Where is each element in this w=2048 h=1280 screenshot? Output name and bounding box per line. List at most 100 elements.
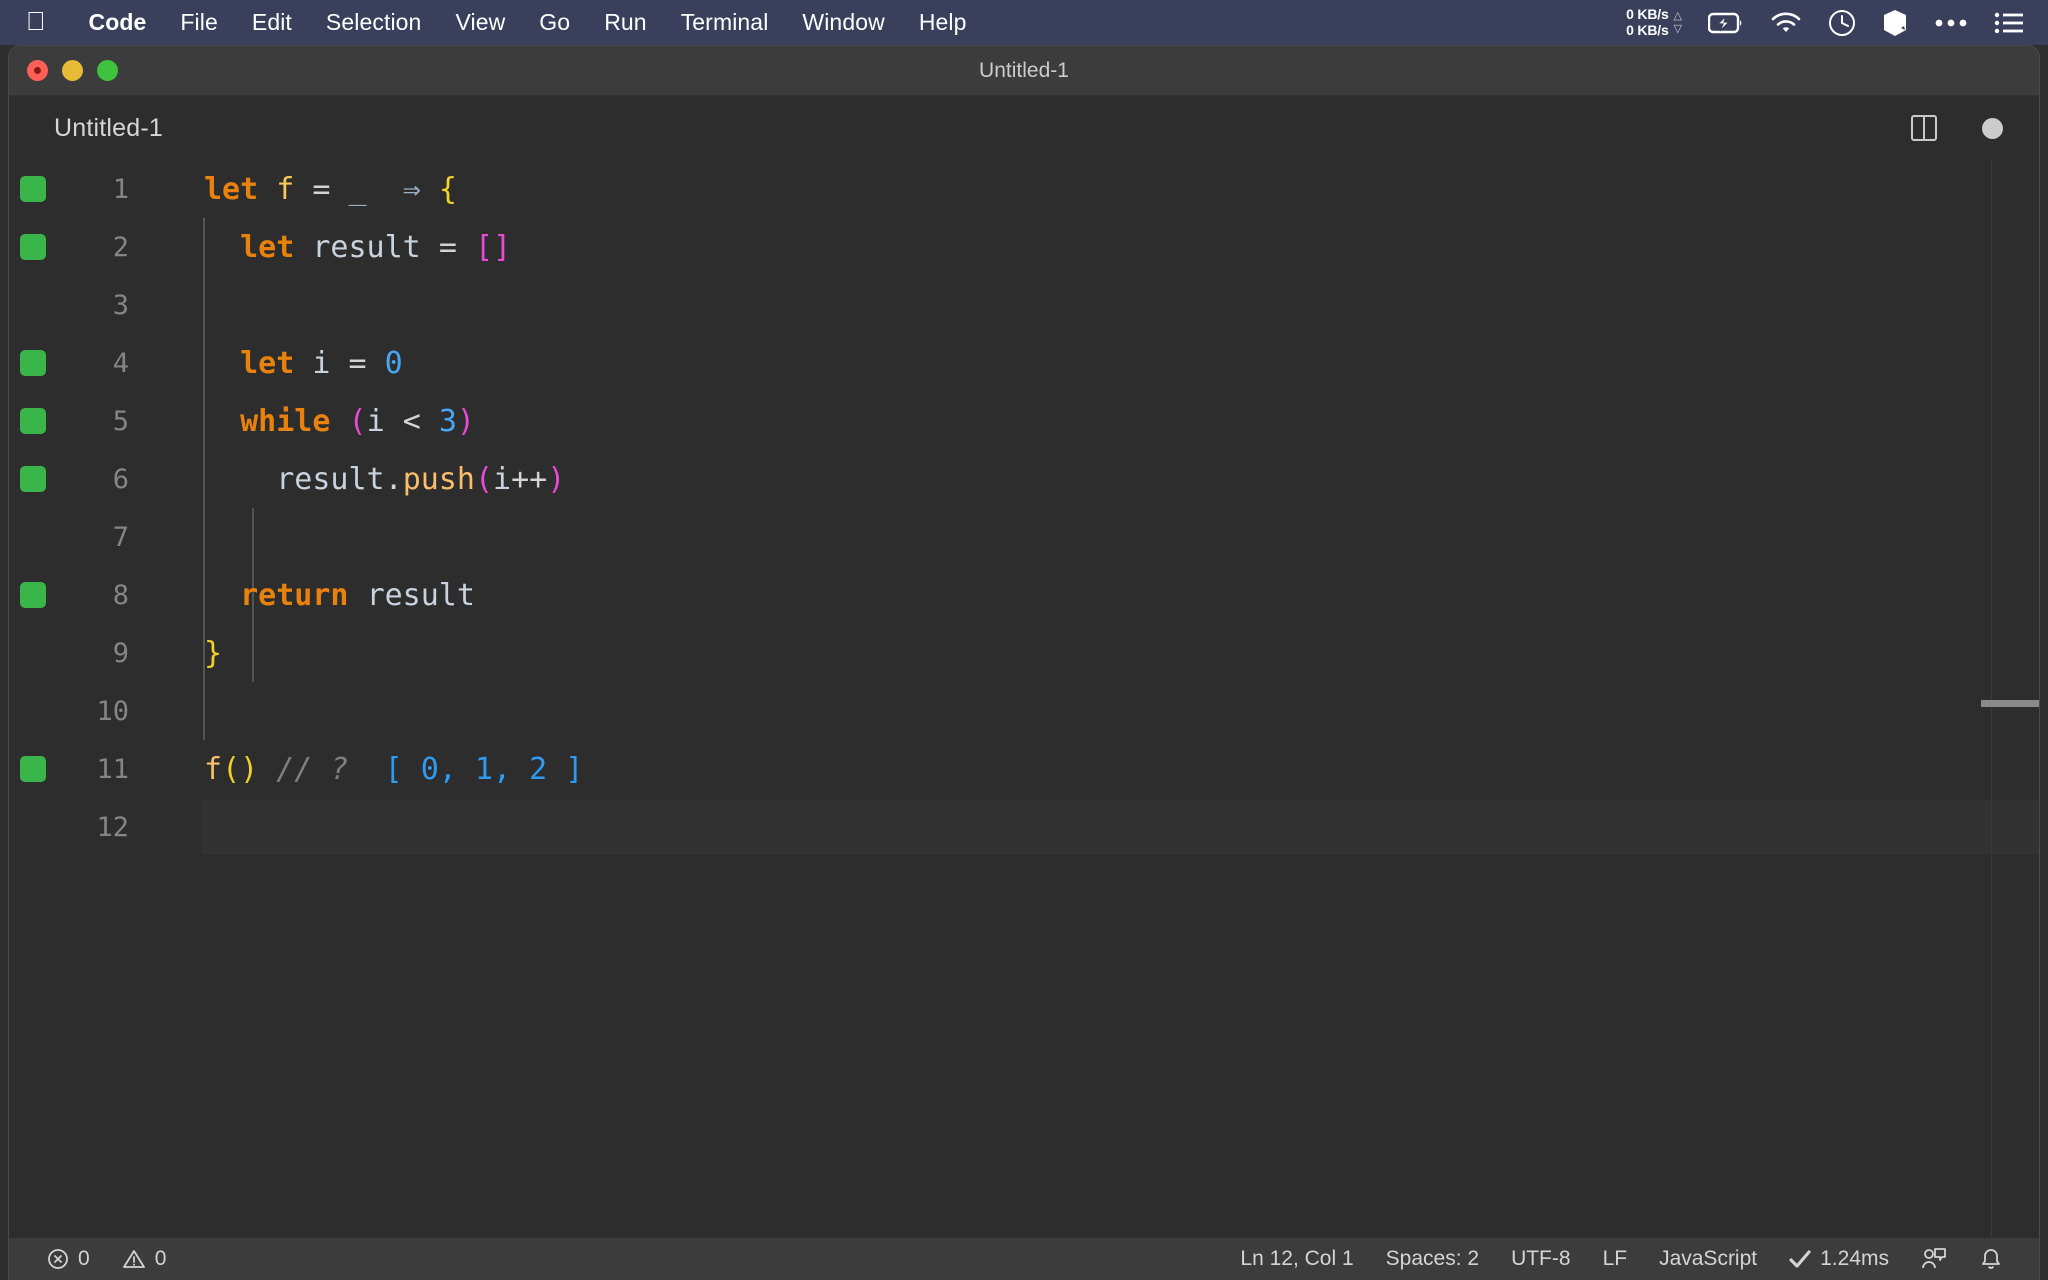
error-count: 0: [78, 1247, 90, 1271]
runtime-status[interactable]: 1.24ms: [1773, 1238, 1905, 1280]
code-line[interactable]: 8 return result: [9, 566, 2039, 624]
token: =: [439, 230, 457, 265]
menu-run[interactable]: Run: [587, 9, 664, 36]
token: ⇒: [403, 172, 421, 207]
cursor-position-status[interactable]: Ln 12, Col 1: [1224, 1238, 1369, 1280]
box-icon[interactable]: [1882, 9, 1908, 37]
token: [258, 172, 276, 207]
vscode-window: Untitled-1 Untitled-1 1let f = _ ⇒ {2 le…: [8, 45, 2040, 1280]
editor-tabbar: Untitled-1: [9, 96, 2039, 160]
network-arrows-icon: △▽: [1674, 10, 1682, 35]
line-number: 8: [57, 580, 147, 611]
notifications-button[interactable]: [1963, 1238, 2019, 1280]
menu-window[interactable]: Window: [785, 9, 901, 36]
code-line[interactable]: 5 while (i < 3): [9, 392, 2039, 450]
token: [349, 578, 367, 613]
token: 0: [385, 346, 403, 381]
code-line[interactable]: 11f() // ? [ 0, 1, 2 ]: [9, 740, 2039, 798]
token: result: [312, 230, 420, 265]
problems-status[interactable]: 0 0: [31, 1238, 182, 1280]
menu-terminal[interactable]: Terminal: [664, 9, 786, 36]
clock-icon[interactable]: [1828, 9, 1856, 37]
coverage-marker-icon: [20, 350, 46, 376]
token: [385, 404, 403, 439]
token: ): [547, 462, 565, 497]
line-number: 5: [57, 406, 147, 437]
coverage-marker-icon: [20, 466, 46, 492]
code-line[interactable]: 1let f = _ ⇒ {: [9, 160, 2039, 218]
line-number: 4: [57, 348, 147, 379]
list-icon[interactable]: [1994, 12, 2024, 34]
token: push: [403, 462, 475, 497]
token: let: [240, 346, 294, 381]
ellipsis-icon[interactable]: [1934, 18, 1968, 28]
coverage-marker-icon: [20, 176, 46, 202]
line-number: 11: [57, 754, 147, 785]
menu-edit[interactable]: Edit: [235, 9, 309, 36]
code-line[interactable]: 4 let i = 0: [9, 334, 2039, 392]
tab-untitled-1[interactable]: Untitled-1: [9, 96, 193, 160]
token: {: [439, 172, 457, 207]
coverage-gutter-cell: [9, 582, 57, 608]
token: result: [276, 462, 384, 497]
code-line[interactable]: 12: [9, 798, 2039, 856]
token: []: [475, 230, 511, 265]
token: }: [204, 636, 222, 671]
wifi-icon[interactable]: [1770, 11, 1802, 35]
line-content: f() // ? [ 0, 1, 2 ]: [147, 752, 2039, 787]
line-content: while (i < 3): [147, 404, 2039, 439]
token: [ 0, 1, 2 ]: [385, 752, 584, 787]
coverage-gutter-cell: [9, 466, 57, 492]
code-line[interactable]: 9}: [9, 624, 2039, 682]
token: let: [240, 230, 294, 265]
code-line[interactable]: 6 result.push(i++): [9, 450, 2039, 508]
token: i: [312, 346, 330, 381]
token: =: [349, 346, 367, 381]
token: ++: [511, 462, 547, 497]
unsaved-dot-icon[interactable]: [1982, 118, 2003, 139]
menu-selection[interactable]: Selection: [309, 9, 439, 36]
token: (: [349, 404, 367, 439]
code-editor[interactable]: 1let f = _ ⇒ {2 let result = []34 let i …: [9, 160, 2039, 1239]
token: =: [312, 172, 330, 207]
battery-charging-icon[interactable]: [1708, 12, 1744, 34]
encoding-status[interactable]: UTF-8: [1495, 1238, 1587, 1280]
token: [330, 172, 348, 207]
code-line[interactable]: 10: [9, 682, 2039, 740]
apple-logo-icon[interactable]: : [26, 8, 46, 34]
token: [204, 346, 240, 381]
line-content: }: [147, 636, 2039, 671]
split-editor-icon[interactable]: [1911, 115, 1937, 141]
language-mode-status[interactable]: JavaScript: [1643, 1238, 1773, 1280]
code-line[interactable]: 3: [9, 276, 2039, 334]
network-speed-indicator[interactable]: 0 KB/s 0 KB/s △▽: [1626, 7, 1682, 38]
line-number: 12: [57, 812, 147, 843]
line-content: result.push(i++): [147, 462, 2039, 497]
code-line[interactable]: 7: [9, 508, 2039, 566]
token: (): [222, 752, 258, 787]
menu-go[interactable]: Go: [522, 9, 587, 36]
code-line[interactable]: 2 let result = []: [9, 218, 2039, 276]
token: [349, 752, 385, 787]
indentation-status[interactable]: Spaces: 2: [1370, 1238, 1495, 1280]
token: ): [457, 404, 475, 439]
token: [294, 172, 312, 207]
coverage-gutter-cell: [9, 234, 57, 260]
line-number: 10: [57, 696, 147, 727]
token: _: [349, 172, 367, 207]
status-bar: 0 0 Ln 12, Col 1 Spaces: 2 UTF-8 LF Java…: [9, 1238, 2040, 1280]
code-lines: 1let f = _ ⇒ {2 let result = []34 let i …: [9, 160, 2039, 856]
menu-view[interactable]: View: [438, 9, 522, 36]
network-down-speed: 0 KB/s: [1626, 23, 1668, 39]
token: [294, 346, 312, 381]
menu-code[interactable]: Code: [72, 9, 164, 36]
feedback-button[interactable]: [1905, 1238, 1963, 1280]
scrollbar-thumb[interactable]: [1981, 700, 2039, 707]
menubar-tray: 0 KB/s 0 KB/s △▽: [1626, 7, 2030, 38]
line-ending-status[interactable]: LF: [1587, 1238, 1644, 1280]
menu-help[interactable]: Help: [902, 9, 984, 36]
token: [367, 346, 385, 381]
window-title: Untitled-1: [9, 59, 2039, 83]
menu-file[interactable]: File: [163, 9, 234, 36]
warning-count: 0: [155, 1247, 167, 1271]
